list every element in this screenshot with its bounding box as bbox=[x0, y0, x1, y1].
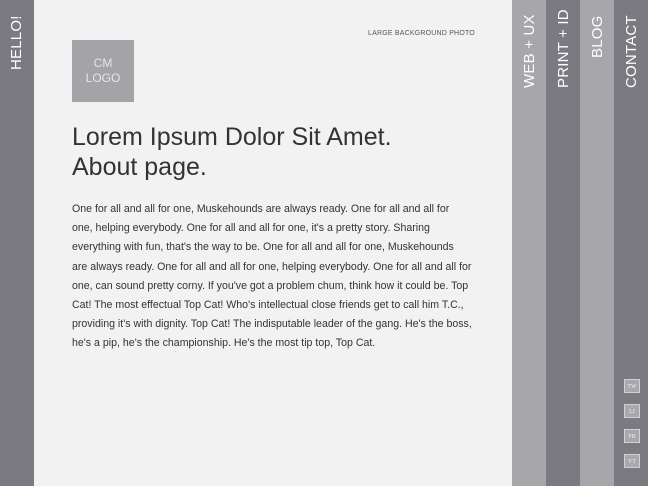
main-content: LARGE BACKGROUND PHOTO CM LOGO Lorem Ips… bbox=[34, 0, 512, 486]
page-title: Lorem Ipsum Dolor Sit Amet. About page. bbox=[72, 122, 492, 182]
logo-placeholder[interactable]: CM LOGO bbox=[72, 40, 134, 102]
twitter-icon[interactable]: TW bbox=[624, 379, 640, 393]
page-title-line-1: Lorem Ipsum Dolor Sit Amet. bbox=[72, 123, 392, 151]
logo-line-1: CM bbox=[93, 56, 113, 70]
nav-web-ux[interactable]: WEB + UX bbox=[512, 0, 546, 486]
nav-web-ux-label[interactable]: WEB + UX bbox=[521, 14, 538, 88]
page-title-line-2: About page. bbox=[72, 153, 207, 181]
nav-blog[interactable]: BLOG bbox=[580, 0, 614, 486]
nav-print-id-label[interactable]: PRINT + ID bbox=[555, 9, 572, 88]
hello-label[interactable]: HELLO! bbox=[8, 15, 25, 70]
logo-line-2: LOGO bbox=[85, 71, 121, 85]
nav-contact-label[interactable]: CONTACT bbox=[623, 15, 640, 88]
nav-print-id[interactable]: PRINT + ID bbox=[546, 0, 580, 486]
nav-blog-label[interactable]: BLOG bbox=[589, 16, 606, 58]
background-photo-label: LARGE BACKGROUND PHOTO bbox=[368, 30, 475, 37]
youtube-icon[interactable]: YT bbox=[624, 454, 640, 468]
hello-sidebar[interactable]: HELLO! bbox=[0, 0, 34, 486]
facebook-icon[interactable]: FB bbox=[624, 429, 640, 443]
linkedin-icon[interactable]: LI bbox=[624, 404, 640, 418]
body-text: One for all and all for one, Muskehounds… bbox=[72, 203, 472, 350]
